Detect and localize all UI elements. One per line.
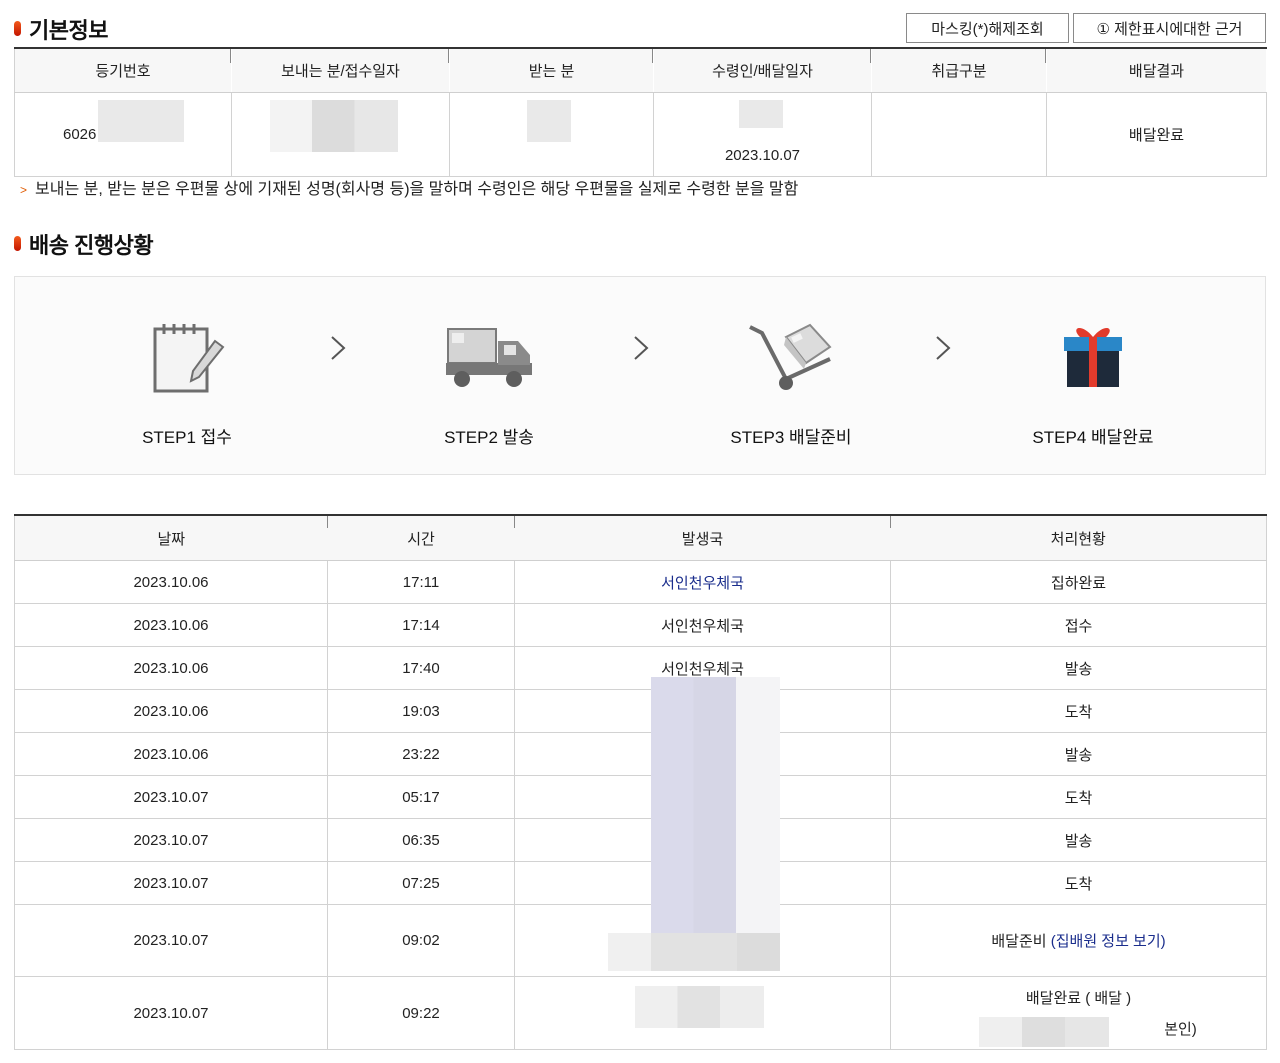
step-delivery-ready: STEP3 배달준비 bbox=[641, 277, 941, 474]
carrier-info-link[interactable]: (집배원 정보 보기) bbox=[1051, 933, 1166, 950]
column-header: 처리현황 bbox=[890, 515, 1267, 561]
office-cell: 서인천우체국 bbox=[514, 560, 891, 604]
time-cell: 17:14 bbox=[327, 603, 515, 647]
column-header: 수령인/배달일자 bbox=[653, 48, 872, 93]
status-cell: 도착 bbox=[890, 861, 1267, 905]
column-header: 보내는 분/접수일자 bbox=[231, 48, 450, 93]
column-header: 날짜 bbox=[14, 515, 328, 561]
status-text: 배달완료 ( 배달 ) bbox=[1025, 990, 1132, 1007]
date-cell: 2023.10.07 bbox=[14, 775, 328, 819]
time-cell: 17:11 bbox=[327, 560, 515, 604]
date-cell: 2023.10.07 bbox=[14, 904, 328, 977]
masked-office-name bbox=[635, 986, 764, 1028]
table-row: 2023.10.07 05:17 도착 bbox=[14, 775, 1267, 819]
date-cell: 2023.10.07 bbox=[14, 976, 328, 1050]
masked-registration-number bbox=[98, 100, 184, 142]
restriction-basis-button[interactable]: ① 제한표시에대한 근거 bbox=[1073, 13, 1266, 43]
date-cell: 2023.10.06 bbox=[14, 689, 328, 733]
date-cell: 2023.10.07 bbox=[14, 818, 328, 862]
time-cell: 19:03 bbox=[327, 689, 515, 733]
step-label: STEP1 접수 bbox=[142, 428, 232, 447]
table-row: 2023.10.06 17:40 서인천우체국 발송 bbox=[14, 646, 1267, 690]
notepad-icon bbox=[153, 324, 225, 393]
time-cell: 17:40 bbox=[327, 646, 515, 690]
delivery-date: 2023.10.07 bbox=[724, 147, 801, 164]
delivery-result: 배달완료 bbox=[1128, 127, 1185, 144]
time-cell: 23:22 bbox=[327, 732, 515, 776]
table-row: 2023.10.07 07:25 도착 bbox=[14, 861, 1267, 905]
step-label: STEP3 배달준비 bbox=[730, 428, 852, 447]
section-bullet-icon bbox=[14, 236, 21, 251]
note-arrow-icon: > bbox=[20, 183, 28, 197]
progress-title: 배송 진행상황 bbox=[29, 233, 154, 258]
table-row: 2023.10.07 06:35 발송 bbox=[14, 818, 1267, 862]
status-cell: 집하완료 bbox=[890, 560, 1267, 604]
handling-cell bbox=[871, 92, 1047, 177]
masked-office-name bbox=[608, 933, 780, 971]
column-header: 등기번호 bbox=[14, 48, 232, 93]
column-header: 받는 분 bbox=[449, 48, 654, 93]
date-cell: 2023.10.06 bbox=[14, 603, 328, 647]
basic-info-header-row: 등기번호 보내는 분/접수일자 받는 분 수령인/배달일자 취급구분 배달결과 bbox=[14, 48, 1267, 93]
registration-number: 6026 bbox=[63, 126, 97, 143]
column-header: 배달결과 bbox=[1046, 48, 1267, 93]
time-cell: 07:25 bbox=[327, 861, 515, 905]
status-cell: 발송 bbox=[890, 646, 1267, 690]
table-row: 2023.10.06 17:14 서인천우체국 접수 bbox=[14, 603, 1267, 647]
column-header: 취급구분 bbox=[871, 48, 1047, 93]
status-cell: 배달준비 (집배원 정보 보기) bbox=[890, 904, 1267, 977]
masking-unlock-button[interactable]: 마스킹(*)해제조회 bbox=[906, 13, 1069, 43]
info-note: > 보내는 분, 받는 분은 우편물 상에 기재된 성명(회사명 등)을 말하며 … bbox=[20, 175, 798, 199]
basic-info-table: 등기번호 보내는 분/접수일자 받는 분 수령인/배달일자 취급구분 배달결과 … bbox=[14, 47, 1267, 177]
table-row: 2023.10.06 23:22 발송 bbox=[14, 732, 1267, 776]
office-cell: 서인천우체국 bbox=[514, 603, 891, 647]
step-label: STEP2 발송 bbox=[444, 428, 534, 447]
basic-info-row: 6026 2023.10.07 배달완료 bbox=[14, 92, 1267, 177]
status-cell: 도착 bbox=[890, 775, 1267, 819]
time-cell: 06:35 bbox=[327, 818, 515, 862]
status-text: 배달준비 bbox=[991, 933, 1047, 950]
office-link[interactable]: 서인천우체국 bbox=[661, 575, 744, 592]
time-cell: 09:22 bbox=[327, 976, 515, 1050]
truck-icon bbox=[446, 328, 532, 387]
table-row: 2023.10.06 19:03 도착 bbox=[14, 689, 1267, 733]
step-delivery-complete: STEP4 배달완료 bbox=[943, 277, 1243, 474]
section-bullet-icon bbox=[14, 21, 21, 36]
basic-info-title: 기본정보 bbox=[29, 18, 108, 43]
masked-recipient bbox=[739, 100, 783, 128]
time-cell: 05:17 bbox=[327, 775, 515, 819]
status-cell: 도착 bbox=[890, 689, 1267, 733]
date-cell: 2023.10.06 bbox=[14, 732, 328, 776]
gift-box-icon bbox=[1064, 327, 1122, 387]
delivery-result-cell: 배달완료 bbox=[1046, 92, 1267, 177]
status-cell: 발송 bbox=[890, 818, 1267, 862]
masked-office-names bbox=[651, 677, 780, 933]
step-label: STEP4 배달완료 bbox=[1032, 428, 1154, 447]
step-dispatch: STEP2 발송 bbox=[339, 277, 639, 474]
step-receipt: STEP1 접수 bbox=[37, 277, 337, 474]
date-cell: 2023.10.06 bbox=[14, 646, 328, 690]
table-row: 2023.10.06 17:11 서인천우체국 집하완료 bbox=[14, 560, 1267, 604]
delivery-progress: STEP1 접수 STEP2 발송 STEP3 배달준비 STEP4 배달완료 bbox=[14, 276, 1266, 475]
date-cell: 2023.10.07 bbox=[14, 861, 328, 905]
history-header-row: 날짜 시간 발생국 처리현황 bbox=[14, 515, 1267, 561]
info-note-text: 보내는 분, 받는 분은 우편물 상에 기재된 성명(회사명 등)을 말하며 수… bbox=[35, 181, 799, 198]
status-cell: 발송 bbox=[890, 732, 1267, 776]
masked-receiver bbox=[527, 100, 571, 142]
masked-sender bbox=[270, 100, 398, 152]
hand-cart-icon bbox=[749, 323, 832, 390]
status-cell: 접수 bbox=[890, 603, 1267, 647]
time-cell: 09:02 bbox=[327, 904, 515, 977]
column-header: 시간 bbox=[327, 515, 515, 561]
column-header: 발생국 bbox=[514, 515, 891, 561]
masked-recipient-name bbox=[979, 1017, 1109, 1047]
date-cell: 2023.10.06 bbox=[14, 560, 328, 604]
